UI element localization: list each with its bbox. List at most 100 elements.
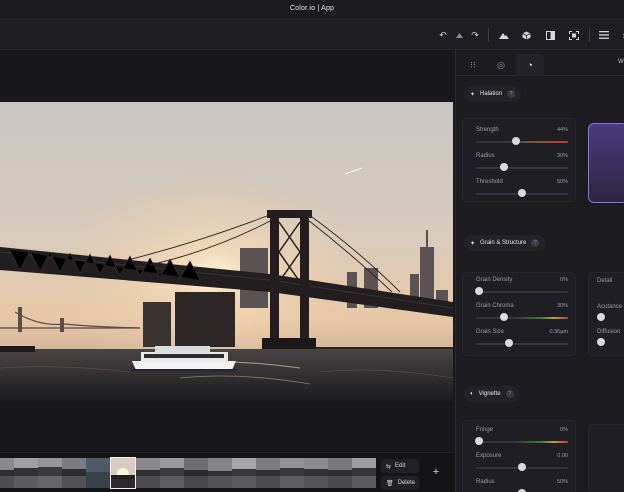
adjustments-panel: ⁝⁝ ◎ ◔ W ✦ Halation ? Strength 44% Radius 3…	[455, 50, 624, 492]
filmstrip-thumbnail[interactable]	[280, 458, 304, 488]
vignette-section-header[interactable]: ◐ Vignette ?	[464, 386, 520, 402]
halation-title: Halation	[480, 91, 503, 97]
filmstrip-thumbnail-selected[interactable]	[110, 457, 136, 489]
vignette-slider-exposure[interactable]: Exposure 0.00	[476, 453, 568, 479]
slider-value: 50%	[556, 479, 568, 485]
slider-track[interactable]	[476, 291, 568, 293]
filmstrip-thumbnail[interactable]	[208, 458, 232, 488]
slider-track[interactable]	[476, 167, 568, 169]
slider-label: Strength	[476, 127, 499, 133]
slider-label: Radius	[476, 479, 495, 485]
filmstrip-thumbnail[interactable]	[62, 458, 86, 488]
slider-knob[interactable]	[505, 339, 514, 347]
halation-color-swatch[interactable]	[588, 123, 624, 203]
tab-palette[interactable]: ◎	[487, 54, 515, 76]
halation-slider-radius[interactable]: Radius 30%	[476, 153, 568, 179]
vignette-title: Vignette	[478, 391, 501, 397]
filmstrip-thumbnail[interactable]	[86, 458, 110, 488]
slider-label: Fringe	[476, 427, 494, 433]
slider-track[interactable]	[476, 141, 568, 143]
grain-title: Grain & Structure	[480, 240, 527, 246]
cube-icon[interactable]	[519, 28, 533, 42]
filmstrip-thumbnail[interactable]	[160, 458, 184, 488]
slider-value: 44%	[556, 127, 568, 133]
trash-icon: 🗑	[386, 480, 394, 487]
slider-knob[interactable]	[518, 189, 526, 197]
slider-value: 0.00	[557, 453, 568, 459]
slider-knob[interactable]	[474, 437, 483, 445]
add-image-button[interactable]: +	[427, 465, 445, 479]
more-icon[interactable]: ›	[617, 28, 624, 42]
filmstrip-thumbnail[interactable]	[328, 458, 352, 488]
menu-icon[interactable]	[597, 28, 611, 42]
image-viewer[interactable]	[0, 50, 455, 452]
slider-value: 0%	[560, 277, 568, 283]
slider-value: 0%	[560, 427, 568, 433]
effects-icon: ◔	[527, 60, 533, 70]
detail-label: Detail	[597, 278, 613, 284]
filmstrip-thumbnail[interactable]	[184, 458, 208, 488]
slider-knob[interactable]	[474, 287, 483, 295]
redo-icon[interactable]: ↷	[468, 28, 482, 42]
grain-side-box	[588, 272, 624, 356]
acutance-slider-knob[interactable]	[597, 313, 605, 321]
halation-slider-threshold[interactable]: Threshold 50%	[476, 179, 568, 205]
tab-effects[interactable]: ◔	[516, 54, 544, 76]
tab-label-right: W	[618, 59, 624, 65]
help-icon[interactable]: ?	[507, 90, 516, 98]
vignette-icon: ◐	[470, 391, 474, 397]
filmstrip-thumbnail[interactable]	[14, 458, 38, 488]
filmstrip-thumbnail[interactable]	[38, 458, 62, 488]
delete-button[interactable]: 🗑 Delete	[381, 476, 419, 490]
halation-slider-strength[interactable]: Strength 44%	[476, 127, 568, 153]
vignette-side-box	[588, 424, 624, 492]
filmstrip-thumbnail[interactable]	[232, 458, 256, 488]
tab-sliders[interactable]: ⁝⁝	[459, 54, 487, 76]
help-icon[interactable]: ?	[531, 239, 540, 247]
filmstrip-thumbnail[interactable]	[136, 458, 160, 488]
grain-slider-grain-chroma[interactable]: Grain Chroma 30%	[476, 303, 568, 329]
slider-label: Exposure	[476, 453, 502, 459]
slider-label: Grain Density	[476, 277, 513, 283]
slider-value: 50%	[556, 179, 568, 185]
vignette-slider-fringe[interactable]: Fringe 0%	[474, 427, 568, 453]
toolbar: ↶ ↷ ›	[0, 20, 624, 50]
slider-knob[interactable]	[518, 463, 526, 471]
stamp-icon[interactable]	[452, 28, 466, 42]
acutance-label: Acutance	[597, 304, 623, 310]
slider-label: Threshold	[476, 179, 503, 185]
toolbar-divider	[589, 28, 590, 42]
slider-track[interactable]	[476, 343, 568, 345]
slider-track[interactable]	[476, 317, 568, 319]
grain-slider-grain-density[interactable]: Grain Density 0%	[474, 277, 568, 303]
slider-knob[interactable]	[499, 163, 508, 171]
slider-knob[interactable]	[499, 313, 508, 321]
photo-canvas[interactable]	[0, 102, 453, 402]
delete-label: Delete	[397, 480, 415, 486]
slider-knob[interactable]	[512, 137, 521, 145]
undo-icon[interactable]: ↶	[436, 28, 450, 42]
filmstrip-thumbnail[interactable]	[304, 458, 328, 488]
edit-label: Edit	[395, 463, 406, 469]
compare-icon[interactable]	[543, 28, 557, 42]
diffusion-label: Diffusion	[597, 329, 621, 335]
mountain-icon[interactable]	[497, 28, 511, 42]
diffusion-slider-knob[interactable]	[597, 338, 605, 346]
slider-value: 30%	[556, 303, 568, 309]
grain-section-header[interactable]: ✦ Grain & Structure ?	[464, 235, 546, 251]
panel-tabs: ⁝⁝ ◎ ◔ W	[456, 50, 624, 76]
edit-button[interactable]: ⇆ Edit	[381, 459, 419, 473]
slider-value: 0.36µm	[549, 329, 568, 335]
slider-label: Grain Chroma	[476, 303, 514, 309]
halation-section-header[interactable]: ✦ Halation ?	[464, 86, 522, 102]
fullscreen-icon[interactable]	[567, 28, 581, 42]
edit-icon: ⇆	[386, 463, 392, 470]
filmstrip-thumbnail[interactable]	[256, 458, 280, 488]
help-icon[interactable]: ?	[505, 390, 514, 398]
vignette-slider-radius[interactable]: Radius 50%	[476, 479, 568, 492]
sliders-icon: ⁝⁝	[470, 59, 476, 70]
halation-icon: ✦	[470, 91, 476, 98]
grain-slider-grain-size[interactable]: Grain Size 0.36µm	[476, 329, 568, 355]
filmstrip-thumbnail[interactable]	[352, 458, 376, 488]
slider-track[interactable]	[476, 441, 568, 443]
